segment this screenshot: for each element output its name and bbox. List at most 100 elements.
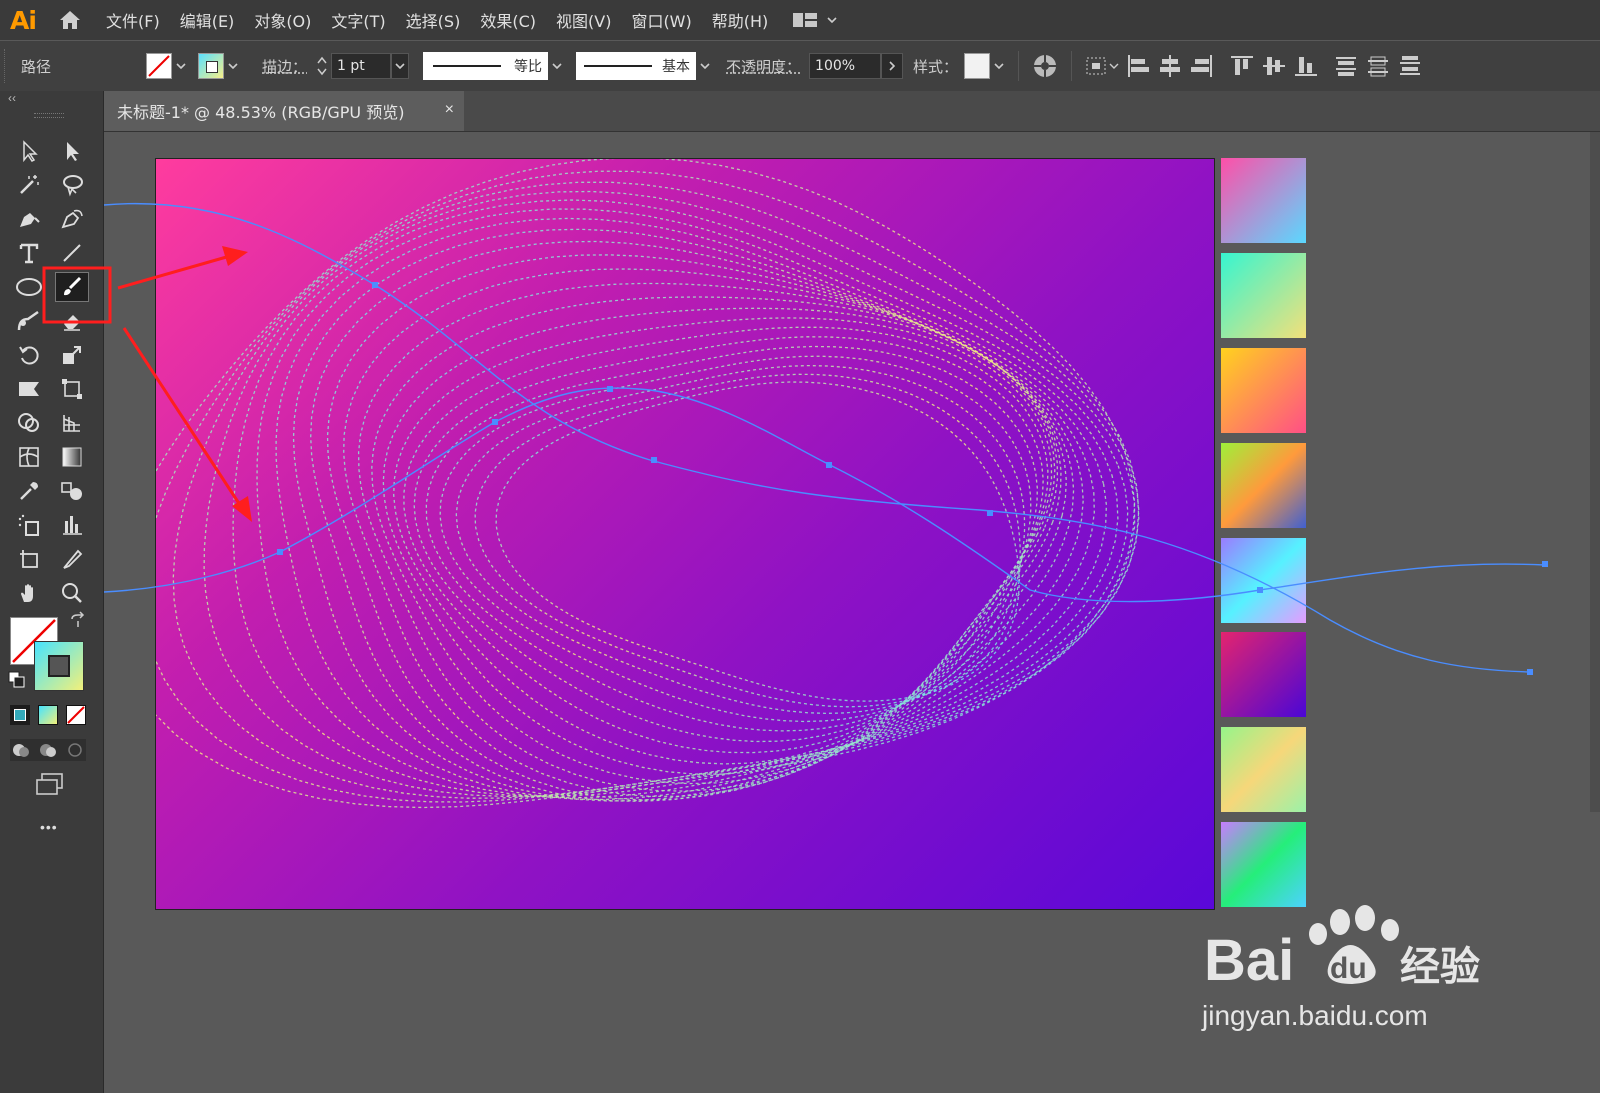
scale-tool[interactable] bbox=[55, 340, 89, 370]
profile-label: 等比 bbox=[514, 59, 543, 75]
blend-tool[interactable] bbox=[55, 476, 89, 506]
menu-type[interactable]: 文字(T) bbox=[331, 8, 385, 32]
dotted-ring-18 bbox=[425, 345, 1038, 732]
close-tab-button[interactable]: × bbox=[445, 101, 454, 119]
draw-normal-icon[interactable] bbox=[11, 741, 31, 759]
paintbrush-tool[interactable] bbox=[55, 272, 89, 302]
dotted-ring-8 bbox=[292, 228, 1095, 802]
draw-behind-icon[interactable] bbox=[38, 741, 58, 759]
gradient-swatch-8[interactable] bbox=[1221, 822, 1306, 907]
perspective-grid-tool[interactable] bbox=[55, 408, 89, 438]
stroke-label[interactable]: 描边： bbox=[262, 56, 307, 77]
zoom-tool[interactable] bbox=[55, 578, 89, 608]
pen-tool[interactable] bbox=[12, 204, 46, 234]
graphic-style-swatch[interactable] bbox=[964, 53, 991, 79]
gradient-swatch-5[interactable] bbox=[1221, 538, 1306, 623]
opacity-slider-toggle[interactable] bbox=[881, 53, 904, 79]
hand-tool[interactable] bbox=[12, 578, 46, 608]
type-t-icon bbox=[19, 243, 39, 264]
gradient-swatch-2[interactable] bbox=[1221, 253, 1306, 338]
recolor-artwork-button[interactable] bbox=[1029, 51, 1061, 81]
gradient-tool[interactable] bbox=[55, 442, 89, 472]
slice-tool[interactable] bbox=[55, 544, 89, 574]
edit-toolbar-button[interactable]: ••• bbox=[40, 819, 58, 835]
default-fill-stroke-icon[interactable] bbox=[8, 671, 26, 689]
mesh-tool[interactable] bbox=[12, 442, 46, 472]
menu-file[interactable]: 文件(F) bbox=[106, 8, 160, 32]
home-icon[interactable] bbox=[56, 6, 84, 34]
menu-edit[interactable]: 编辑(E) bbox=[180, 8, 235, 32]
menu-select[interactable]: 选择(S) bbox=[406, 8, 461, 32]
watermark-cn: 经验 bbox=[1400, 944, 1480, 990]
dotted-line-artwork[interactable] bbox=[156, 159, 1214, 909]
gradient-swatch-6[interactable] bbox=[1221, 632, 1306, 717]
knife-icon bbox=[63, 549, 83, 569]
none-mode-button[interactable] bbox=[66, 705, 86, 725]
menu-view[interactable]: 视图(V) bbox=[556, 8, 611, 32]
gradient-mode-button[interactable] bbox=[38, 705, 58, 725]
magic-wand-tool[interactable] bbox=[12, 170, 46, 200]
column-graph-tool[interactable] bbox=[55, 510, 89, 540]
stroke-color-box[interactable] bbox=[34, 641, 84, 691]
curvature-tool[interactable] bbox=[55, 204, 89, 234]
artboard-tool[interactable] bbox=[12, 544, 46, 574]
align-top-button[interactable] bbox=[1226, 51, 1258, 81]
vertical-scrollbar[interactable] bbox=[1590, 132, 1600, 812]
collapse-panel-button[interactable]: ‹‹ bbox=[8, 91, 16, 105]
line-segment-tool[interactable] bbox=[55, 238, 89, 268]
align-bottom-button[interactable] bbox=[1290, 51, 1322, 81]
ellipse-tool[interactable] bbox=[12, 272, 46, 302]
lasso-tool[interactable] bbox=[55, 170, 89, 200]
swap-fill-stroke-icon[interactable] bbox=[68, 611, 88, 631]
stroke-weight-input[interactable]: 1 pt bbox=[331, 53, 392, 79]
panel-grip[interactable] bbox=[34, 113, 64, 118]
shape-builder-tool[interactable] bbox=[12, 408, 46, 438]
menu-object[interactable]: 对象(O) bbox=[254, 8, 311, 32]
color-mode-button[interactable] bbox=[10, 705, 30, 725]
width-tool[interactable] bbox=[12, 374, 46, 404]
fill-swatch[interactable] bbox=[146, 53, 172, 79]
screen-mode-icon[interactable] bbox=[34, 771, 66, 797]
gradient-swatch-4[interactable] bbox=[1221, 443, 1306, 528]
opacity-input[interactable]: 100% bbox=[809, 53, 882, 79]
gradient-swatch-3[interactable] bbox=[1221, 348, 1306, 433]
stroke-weight-dropdown[interactable] bbox=[391, 53, 410, 79]
type-tool[interactable] bbox=[12, 238, 46, 268]
align-vcenter-button[interactable] bbox=[1258, 51, 1290, 81]
stroke-swatch[interactable] bbox=[198, 53, 224, 79]
selection-tool[interactable] bbox=[12, 136, 46, 166]
distribute-top-button[interactable] bbox=[1330, 51, 1362, 81]
stroke-weight-stepper[interactable] bbox=[313, 52, 331, 80]
eyedropper-tool[interactable] bbox=[12, 476, 46, 506]
dotted-ring-12 bbox=[357, 282, 1062, 792]
variable-width-profile[interactable]: 等比 bbox=[423, 52, 549, 80]
distribute-vcenter-button[interactable] bbox=[1362, 51, 1394, 81]
direct-selection-tool[interactable] bbox=[55, 136, 89, 166]
stroke-dropdown[interactable] bbox=[224, 53, 242, 79]
align-hcenter-button[interactable] bbox=[1154, 51, 1186, 81]
shaper-tool[interactable] bbox=[12, 306, 46, 336]
distribute-bottom-button[interactable] bbox=[1394, 51, 1426, 81]
rotate-tool[interactable] bbox=[12, 340, 46, 370]
artboard[interactable] bbox=[155, 158, 1215, 910]
brush-dropdown[interactable] bbox=[696, 53, 714, 79]
profile-dropdown[interactable] bbox=[548, 53, 566, 79]
workspace-switcher[interactable] bbox=[792, 10, 838, 30]
style-dropdown[interactable] bbox=[990, 53, 1008, 79]
symbol-sprayer-tool[interactable] bbox=[12, 510, 46, 540]
menu-window[interactable]: 窗口(W) bbox=[631, 8, 691, 32]
eraser-tool[interactable] bbox=[55, 306, 89, 336]
document-tab[interactable]: 未标题-1* @ 48.53% (RGB/GPU 预览) × bbox=[104, 91, 464, 131]
opacity-label[interactable]: 不透明度： bbox=[726, 56, 801, 77]
fill-dropdown[interactable] bbox=[172, 53, 190, 79]
align-right-button[interactable] bbox=[1186, 51, 1218, 81]
brush-definition[interactable]: 基本 bbox=[576, 52, 697, 80]
menu-effect[interactable]: 效果(C) bbox=[480, 8, 536, 32]
draw-inside-icon[interactable] bbox=[65, 741, 85, 759]
align-left-button[interactable] bbox=[1122, 51, 1154, 81]
menu-help[interactable]: 帮助(H) bbox=[712, 8, 769, 32]
gradient-swatch-7[interactable] bbox=[1221, 727, 1306, 812]
gradient-swatch-1[interactable] bbox=[1221, 158, 1306, 243]
free-transform-tool[interactable] bbox=[55, 374, 89, 404]
align-to-button[interactable] bbox=[1082, 51, 1122, 81]
